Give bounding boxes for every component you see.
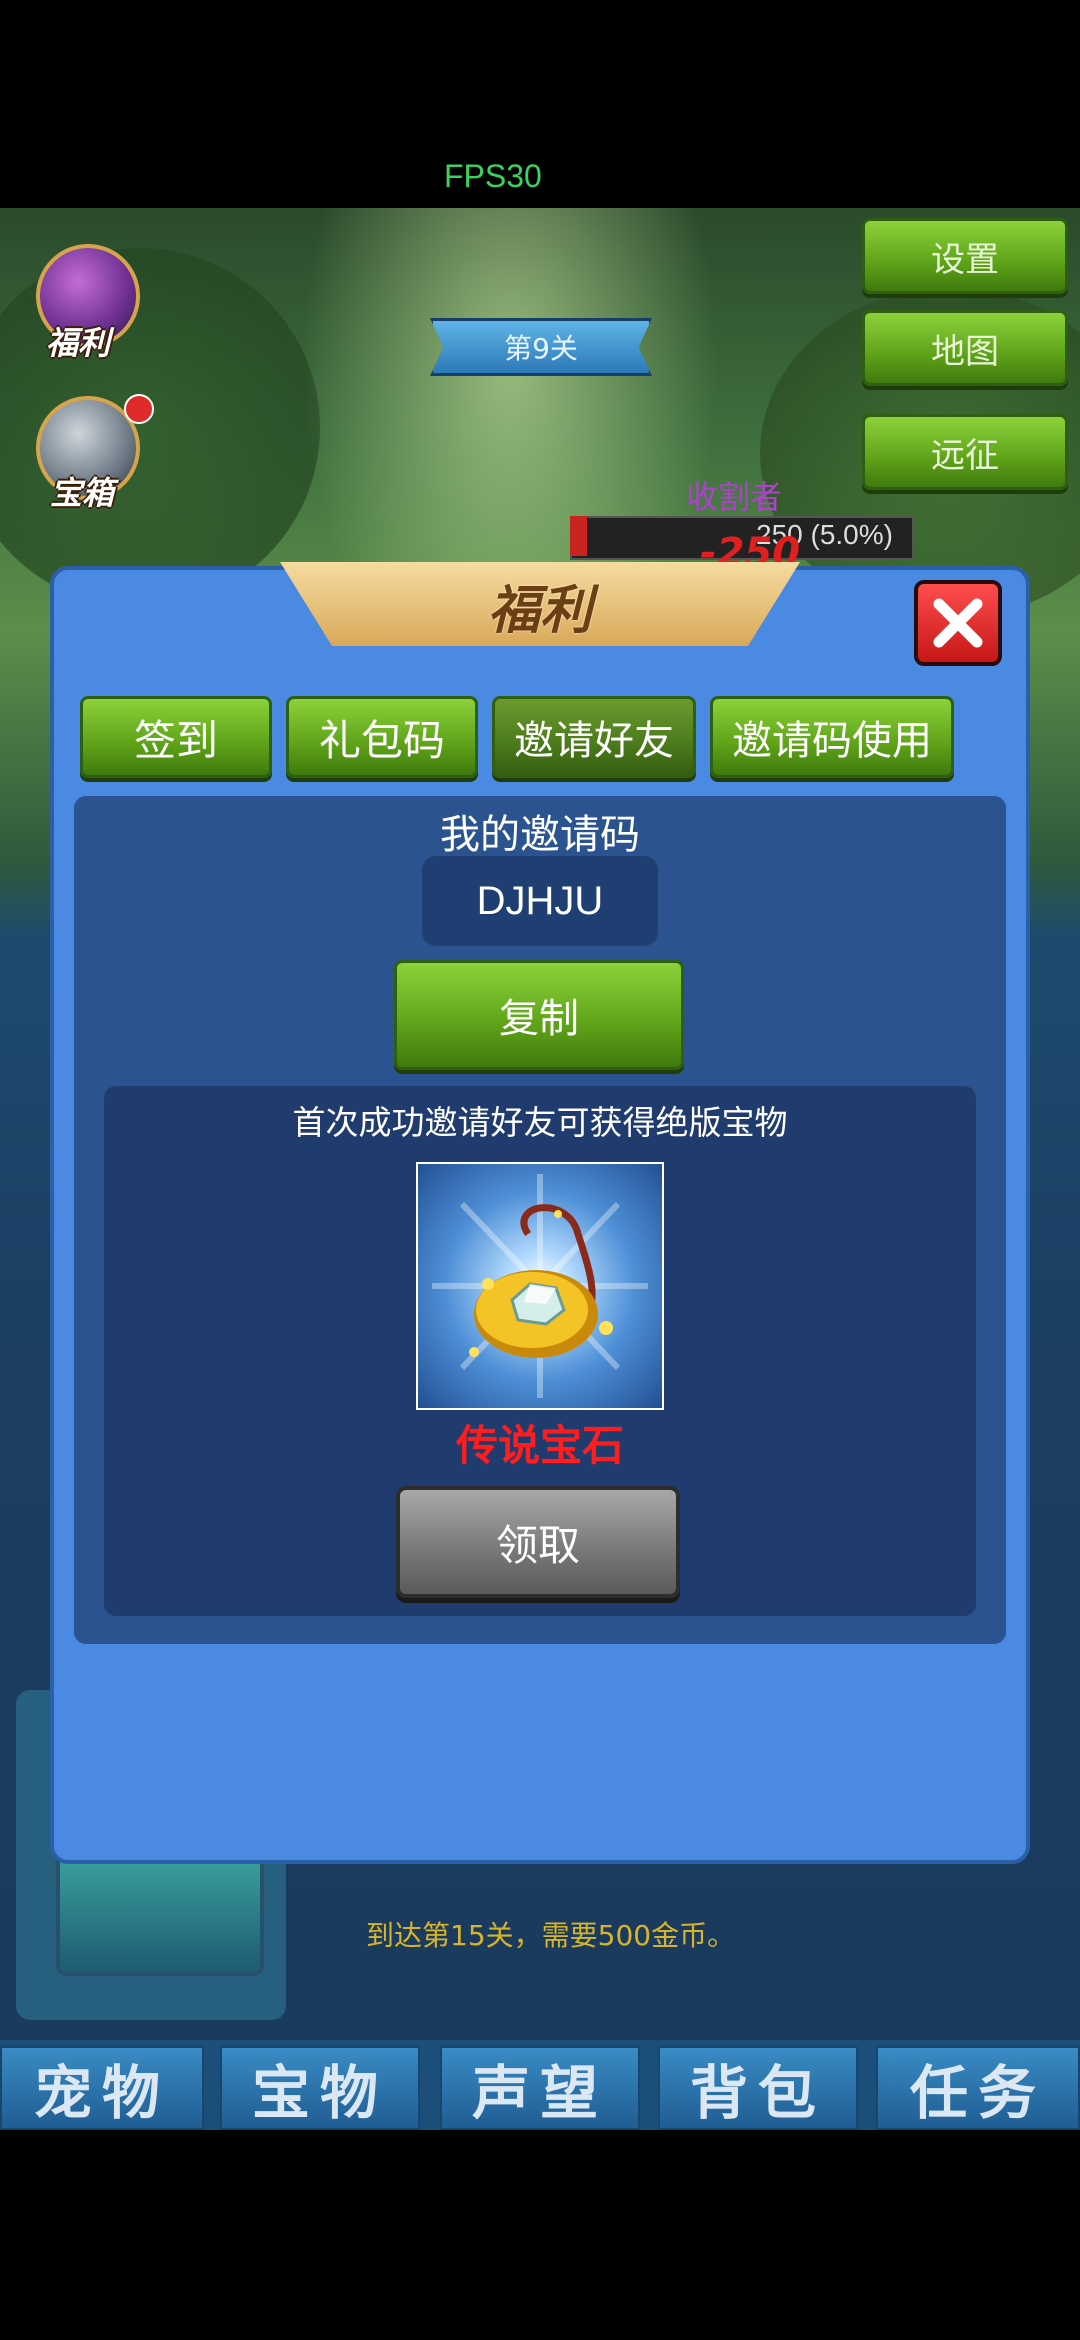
tab-gift-code[interactable]: 礼包码 xyxy=(286,696,478,778)
tab-bag[interactable]: 背包 xyxy=(658,2046,858,2130)
gem-image xyxy=(416,1162,664,1410)
expedition-button[interactable]: 远征 xyxy=(862,414,1068,490)
tab-reputation[interactable]: 声望 xyxy=(440,2046,640,2130)
dialog-title: 福利 xyxy=(487,581,592,641)
requirement-text: 到达第15关，需要500金币。 xyxy=(366,1919,736,1952)
close-icon xyxy=(933,598,983,648)
tab-invite-friends[interactable]: 邀请好友 xyxy=(492,696,696,778)
map-button[interactable]: 地图 xyxy=(862,310,1068,386)
legend-gem-icon xyxy=(432,1174,648,1398)
tab-use-invite-code[interactable]: 邀请码使用 xyxy=(710,696,954,778)
copy-button[interactable]: 复制 xyxy=(394,960,684,1070)
welfare-label: 福利 xyxy=(46,324,111,362)
fps-counter: FPS30 xyxy=(444,158,542,194)
tab-sign-in[interactable]: 签到 xyxy=(80,696,272,778)
tab-quest[interactable]: 任务 xyxy=(876,2046,1080,2130)
close-button[interactable] xyxy=(914,580,1002,666)
claim-button[interactable]: 领取 xyxy=(396,1486,680,1598)
tab-treasure[interactable]: 宝物 xyxy=(220,2046,420,2130)
level-banner: 第9关 xyxy=(430,318,652,376)
reward-description: 首次成功邀请好友可获得绝版宝物 xyxy=(292,1103,788,1142)
invite-code: DJHJU xyxy=(422,856,658,946)
enemy-name: 收割者 xyxy=(686,478,783,516)
chest-label: 宝箱 xyxy=(50,474,115,512)
tab-pet[interactable]: 宠物 xyxy=(0,2046,204,2130)
enemy-hp-fill xyxy=(570,516,587,556)
notification-dot xyxy=(124,394,154,424)
settings-button[interactable]: 设置 xyxy=(862,218,1068,294)
reward-item-name: 传说宝石 xyxy=(455,1421,624,1470)
invite-code-label: 我的邀请码 xyxy=(440,812,640,858)
